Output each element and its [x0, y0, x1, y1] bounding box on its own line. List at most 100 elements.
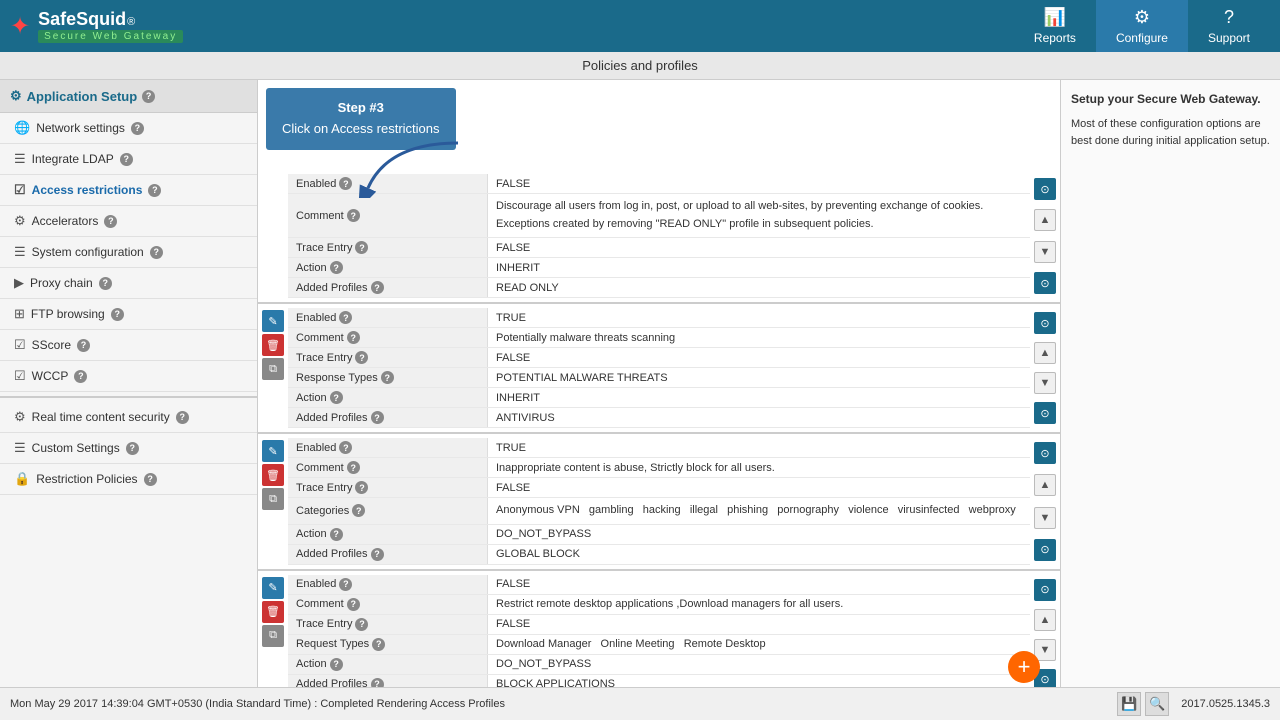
help-icon[interactable]: ?: [120, 153, 133, 166]
version-info: 2017.0525.1345.3: [1181, 698, 1270, 710]
ctrl-down-btn[interactable]: ▼: [1034, 507, 1056, 529]
sidebar-item-restriction-policies[interactable]: 🔒 Restriction Policies ?: [0, 464, 257, 495]
sidebar-item-wccp[interactable]: ☑ WCCP ?: [0, 361, 257, 392]
help-icon[interactable]: ?: [371, 548, 384, 561]
sidebar-item-real-time-content[interactable]: ⚙ Real time content security ?: [0, 402, 257, 433]
help-icon[interactable]: ?: [355, 481, 368, 494]
help-icon[interactable]: ?: [74, 370, 87, 383]
ctrl-up-btn[interactable]: ▲: [1034, 209, 1056, 231]
edit-button[interactable]: ✎: [262, 577, 284, 599]
field-value: INHERIT: [488, 388, 1030, 407]
help-icon[interactable]: ?: [347, 209, 360, 222]
sidebar-item-network-settings[interactable]: 🌐 Network settings ?: [0, 113, 257, 144]
ctrl-up-btn[interactable]: ▲: [1034, 342, 1056, 364]
logo-icon: ✦: [10, 12, 30, 41]
help-icon[interactable]: ?: [176, 411, 189, 424]
sidebar-item-sscore[interactable]: ☑ SScore ?: [0, 330, 257, 361]
help-icon[interactable]: ?: [77, 339, 90, 352]
sidebar-separator: [0, 396, 257, 398]
help-icon[interactable]: ?: [150, 246, 163, 259]
field-row: Comment ? Restrict remote desktop applic…: [288, 595, 1030, 615]
ctrl-bottom-btn[interactable]: ⊙: [1034, 539, 1056, 561]
delete-button[interactable]: 🗑: [262, 334, 284, 356]
help-icon[interactable]: ?: [330, 261, 343, 274]
help-icon[interactable]: ?: [144, 473, 157, 486]
help-icon[interactable]: ?: [347, 598, 360, 611]
copy-button[interactable]: ⧉: [262, 358, 284, 380]
help-icon[interactable]: ?: [111, 308, 124, 321]
add-policy-button[interactable]: +: [1008, 651, 1040, 683]
row-actions: ✎ 🗑 ⧉: [258, 575, 288, 687]
ctrl-up-btn[interactable]: ▲: [1034, 474, 1056, 496]
ctrl-top-btn[interactable]: ⊙: [1034, 178, 1056, 200]
nav-configure[interactable]: ⚙ Configure: [1096, 0, 1188, 53]
ctrl-top-btn[interactable]: ⊙: [1034, 442, 1056, 464]
help-icon[interactable]: ?: [355, 618, 368, 631]
ctrl-down-btn[interactable]: ▼: [1034, 241, 1056, 263]
help-icon[interactable]: ?: [330, 528, 343, 541]
field-value: READ ONLY: [488, 278, 1030, 297]
ctrl-up-btn[interactable]: ▲: [1034, 609, 1056, 631]
field-value: DO_NOT_BYPASS: [488, 655, 1030, 674]
ctrl-down-btn[interactable]: ▼: [1034, 372, 1056, 394]
copy-button[interactable]: ⧉: [262, 625, 284, 647]
delete-button[interactable]: 🗑: [262, 464, 284, 486]
field-label: Comment ?: [288, 458, 488, 477]
help-icon[interactable]: ?: [126, 442, 139, 455]
ctrl-bottom-btn[interactable]: ⊙: [1034, 402, 1056, 424]
help-icon[interactable]: ?: [355, 241, 368, 254]
edit-button[interactable]: ✎: [262, 310, 284, 332]
delete-button[interactable]: 🗑: [262, 601, 284, 623]
row-actions: [258, 174, 288, 298]
help-icon[interactable]: ?: [131, 122, 144, 135]
help-icon[interactable]: ?: [339, 578, 352, 591]
sidebar-item-proxy-chain[interactable]: ▶ Proxy chain ?: [0, 268, 257, 299]
help-icon[interactable]: ?: [371, 281, 384, 294]
rtcs-icon: ⚙: [14, 409, 26, 425]
help-icon[interactable]: ?: [330, 658, 343, 671]
access-icon: ☑: [14, 182, 26, 198]
field-row: Trace Entry ? FALSE: [288, 478, 1030, 498]
help-icon[interactable]: ?: [352, 504, 365, 517]
edit-button[interactable]: ✎: [262, 440, 284, 462]
policy-row: ✎ 🗑 ⧉ Enabled ? FALSE: [258, 571, 1060, 687]
sidebar-item-system-configuration[interactable]: ☰ System configuration ?: [0, 237, 257, 268]
ctrl-top-btn[interactable]: ⊙: [1034, 312, 1056, 334]
nav-support[interactable]: ? Support: [1188, 0, 1270, 53]
sidebar-item-custom-settings[interactable]: ☰ Custom Settings ?: [0, 433, 257, 464]
copy-button[interactable]: ⧉: [262, 488, 284, 510]
help-icon[interactable]: ?: [339, 441, 352, 454]
field-row: Comment ? Potentially malware threats sc…: [288, 328, 1030, 348]
save-icon-btn[interactable]: 💾: [1117, 692, 1141, 716]
field-value: FALSE: [488, 478, 1030, 497]
help-icon[interactable]: ?: [372, 638, 385, 651]
help-icon[interactable]: ?: [371, 678, 384, 687]
section-help-icon[interactable]: ?: [142, 90, 155, 103]
help-icon[interactable]: ?: [339, 311, 352, 324]
help-icon[interactable]: ?: [339, 177, 352, 190]
field-row: Enabled ? FALSE: [288, 575, 1030, 595]
search-icon-btn[interactable]: 🔍: [1145, 692, 1169, 716]
ctrl-top-btn[interactable]: ⊙: [1034, 579, 1056, 601]
ftp-icon: ⊞: [14, 306, 25, 322]
help-icon[interactable]: ?: [381, 371, 394, 384]
help-icon[interactable]: ?: [99, 277, 112, 290]
help-icon[interactable]: ?: [347, 461, 360, 474]
sidebar-item-integrate-ldap[interactable]: ☰ Integrate LDAP ?: [0, 144, 257, 175]
policies-table[interactable]: Step #3 Click on Access restrictions: [258, 80, 1060, 687]
help-icon[interactable]: ?: [355, 351, 368, 364]
help-icon[interactable]: ?: [330, 391, 343, 404]
help-icon[interactable]: ?: [371, 411, 384, 424]
sidebar-item-access-restrictions[interactable]: ☑ Access restrictions ?: [0, 175, 257, 206]
field-row: Comment ? Inappropriate content is abuse…: [288, 458, 1030, 478]
nav-reports[interactable]: 📊 Reports: [1014, 0, 1096, 53]
help-icon[interactable]: ?: [347, 331, 360, 344]
support-icon: ?: [1224, 7, 1234, 28]
help-icon[interactable]: ?: [148, 184, 161, 197]
page-title: Policies and profiles: [0, 52, 1280, 80]
sidebar-item-ftp-browsing[interactable]: ⊞ FTP browsing ?: [0, 299, 257, 330]
ctrl-bottom-btn[interactable]: ⊙: [1034, 272, 1056, 294]
sidebar-item-accelerators[interactable]: ⚙ Accelerators ?: [0, 206, 257, 237]
help-icon[interactable]: ?: [104, 215, 117, 228]
field-value-action: DO_NOT_BYPASS: [488, 525, 1030, 544]
